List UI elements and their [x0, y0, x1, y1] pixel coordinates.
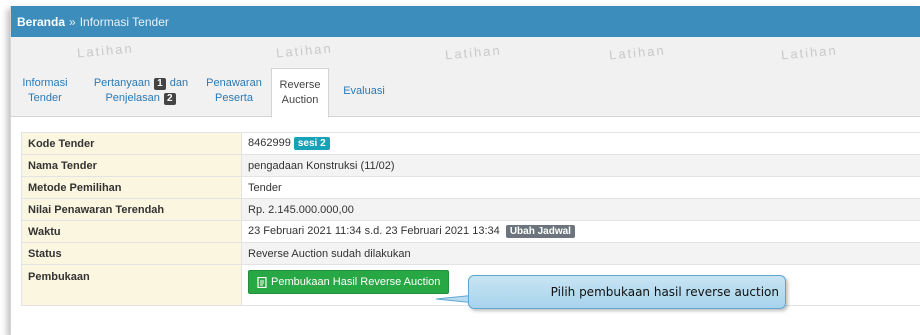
count-badge: 1 — [154, 78, 166, 90]
tab-reverse-auction[interactable]: Reverse Auction — [271, 68, 329, 118]
row-label: Waktu — [21, 220, 242, 243]
tab-bar: Latihan Latihan Latihan Latihan Latihan … — [11, 37, 920, 118]
breadcrumb: Beranda » Informasi Tender — [11, 6, 920, 37]
row-value: pengadaan Konstruksi (11/02) — [241, 154, 920, 177]
kode-tender-value: 8462999 — [248, 137, 291, 149]
watermark-text: Latihan — [608, 42, 667, 63]
breadcrumb-home-link[interactable]: Beranda — [17, 15, 65, 29]
tab-label: Tender — [28, 92, 62, 104]
tab-label: Reverse — [279, 79, 321, 91]
button-label: Pembukaan Hasil Reverse Auction — [271, 276, 441, 288]
tab-label: Penawaran — [206, 77, 262, 89]
table-row: Status Reverse Auction sudah dilakukan — [21, 242, 920, 265]
table-row: Nilai Penawaran Terendah Rp. 2.145.000.0… — [21, 198, 920, 221]
row-label: Kode Tender — [21, 132, 242, 155]
table-row: Kode Tender 8462999 sesi 2 — [21, 132, 920, 155]
sesi-badge: sesi 2 — [293, 137, 330, 150]
watermark-text: Latihan — [780, 42, 839, 63]
breadcrumb-separator: » — [69, 14, 76, 29]
breadcrumb-current: Informasi Tender — [79, 14, 169, 29]
count-badge: 2 — [163, 93, 176, 105]
row-label: Nama Tender — [21, 154, 242, 177]
pembukaan-hasil-reverse-auction-button[interactable]: Pembukaan Hasil Reverse Auction — [248, 270, 450, 294]
tab-evaluasi[interactable]: Evaluasi — [335, 68, 393, 114]
row-label: Nilai Penawaran Terendah — [21, 198, 242, 221]
tab-label: dan — [169, 77, 189, 89]
tab-label: Informasi — [22, 77, 68, 89]
instruction-callout: Pilih pembukaan hasil reverse auction — [468, 275, 786, 309]
ubah-jadwal-button[interactable]: Ubah Jadwal — [505, 225, 575, 238]
tab-label: Auction — [281, 94, 319, 106]
row-value: 23 Februari 2021 11:34 s.d. 23 Februari … — [241, 220, 920, 243]
watermark-text: Latihan — [444, 42, 503, 63]
watermark-text: Latihan — [76, 40, 135, 61]
row-value: Reverse Auction sudah dilakukan — [241, 242, 920, 265]
row-value: Tender — [241, 176, 920, 199]
row-value: 8462999 sesi 2 — [241, 132, 920, 155]
tab-label: Pertanyaan — [93, 77, 151, 89]
tab-penawaran-peserta[interactable]: Penawaran Peserta — [203, 68, 265, 114]
waktu-value: 23 Februari 2021 11:34 s.d. 23 Februari … — [248, 225, 500, 237]
tab-informasi-tender[interactable]: Informasi Tender — [15, 68, 75, 114]
row-label: Pembukaan — [21, 264, 242, 306]
table-row: Nama Tender pengadaan Konstruksi (11/02) — [21, 154, 920, 177]
watermark-text: Latihan — [275, 40, 334, 61]
table-row: Waktu 23 Februari 2021 11:34 s.d. 23 Feb… — [21, 220, 920, 243]
row-label: Metode Pemilihan — [21, 176, 242, 199]
tab-pertanyaan-penjelasan[interactable]: Pertanyaan 1 dan Penjelasan 2 — [85, 68, 197, 114]
row-label: Status — [21, 242, 242, 265]
tab-label: Peserta — [215, 92, 253, 104]
tab-label: Penjelasan — [105, 92, 160, 104]
document-icon — [257, 276, 267, 288]
table-row: Metode Pemilihan Tender — [21, 176, 920, 199]
callout-text: Pilih pembukaan hasil reverse auction — [550, 285, 779, 299]
row-value: Rp. 2.145.000.000,00 — [241, 198, 920, 221]
tab-label: Evaluasi — [343, 84, 385, 97]
